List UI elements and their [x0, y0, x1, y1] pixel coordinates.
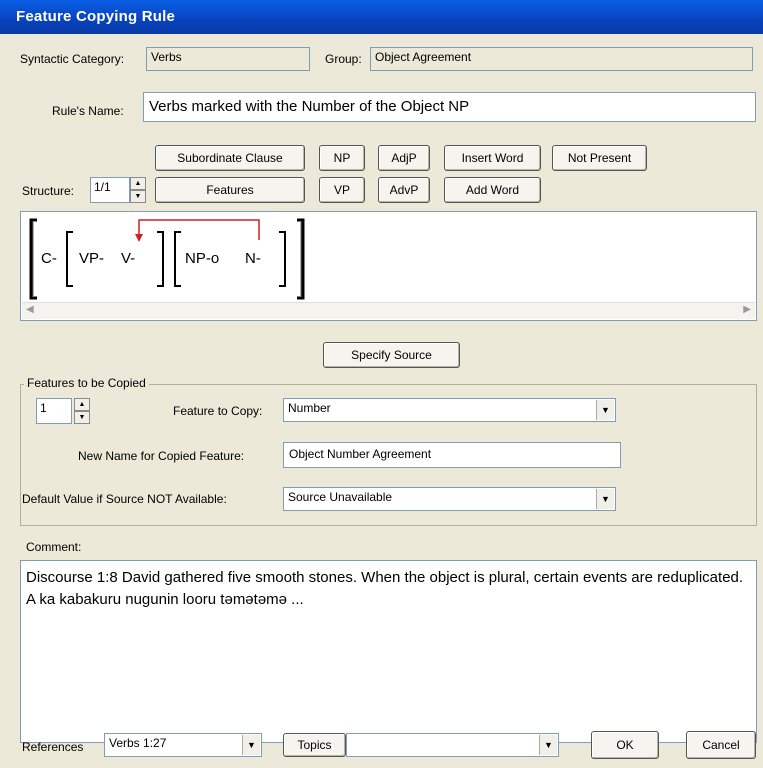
default-value-select[interactable]: Source Unavailable ▼: [283, 487, 616, 511]
adjp-button[interactable]: AdjP: [378, 145, 430, 171]
v-label[interactable]: V-: [121, 250, 135, 267]
new-name-label: New Name for Copied Feature:: [78, 449, 245, 463]
references-value: Verbs 1:27: [109, 736, 167, 750]
feature-index-spinner[interactable]: 1 ▲ ▼: [36, 398, 90, 424]
structure-spinner[interactable]: 1/1 ▲ ▼: [90, 177, 146, 203]
n-label[interactable]: N-: [245, 250, 261, 267]
spin-down-icon[interactable]: ▼: [130, 190, 146, 203]
default-value-label: Default Value if Source NOT Available:: [22, 492, 227, 506]
not-present-button[interactable]: Not Present: [552, 145, 647, 171]
horizontal-scrollbar[interactable]: ◀ ▶: [22, 302, 755, 319]
feature-to-copy-label: Feature to Copy:: [173, 404, 263, 418]
window-title: Feature Copying Rule: [16, 8, 176, 25]
default-value-value: Source Unavailable: [288, 490, 393, 504]
chevron-down-icon[interactable]: ▼: [596, 489, 614, 509]
chevron-down-icon[interactable]: ▼: [242, 735, 260, 755]
chevron-down-icon[interactable]: ▼: [539, 735, 557, 755]
chevron-down-icon[interactable]: ▼: [596, 400, 614, 420]
spin-up-icon[interactable]: ▲: [74, 398, 90, 411]
features-group-title: Features to be Copied: [24, 376, 149, 390]
rule-name-label: Rule's Name:: [52, 104, 124, 118]
np-button[interactable]: NP: [319, 145, 365, 171]
advp-button[interactable]: AdvP: [378, 177, 430, 203]
spin-down-icon[interactable]: ▼: [74, 411, 90, 424]
np-label[interactable]: NP-o: [185, 250, 219, 267]
group-label: Group:: [325, 52, 362, 66]
vp-label[interactable]: VP-: [79, 250, 104, 267]
structure-display[interactable]: C- VP- V- NP-o N- ◀ ▶: [20, 211, 757, 321]
add-word-button[interactable]: Add Word: [444, 177, 541, 203]
feature-to-copy-select[interactable]: Number ▼: [283, 398, 616, 422]
subordinate-clause-button[interactable]: Subordinate Clause: [155, 145, 305, 171]
comment-label: Comment:: [26, 540, 82, 554]
references-label: References: [22, 740, 84, 754]
title-bar[interactable]: Feature Copying Rule: [0, 0, 763, 34]
new-name-input[interactable]: Object Number Agreement: [283, 442, 621, 468]
group-value: Object Agreement: [370, 47, 753, 71]
rule-name-input[interactable]: Verbs marked with the Number of the Obje…: [143, 92, 756, 122]
scroll-left-icon[interactable]: ◀: [26, 304, 34, 315]
feature-copying-rule-dialog: Feature Copying Rule Syntactic Category:…: [0, 0, 763, 768]
spin-up-icon[interactable]: ▲: [130, 177, 146, 190]
cancel-button[interactable]: Cancel: [686, 731, 756, 759]
comment-textarea[interactable]: Discourse 1:8 David gathered five smooth…: [20, 560, 757, 743]
scroll-right-icon[interactable]: ▶: [743, 304, 751, 315]
structure-value[interactable]: 1/1: [90, 177, 130, 203]
topics-button[interactable]: Topics: [283, 733, 346, 757]
feature-index-value[interactable]: 1: [36, 398, 72, 424]
vp-button[interactable]: VP: [319, 177, 365, 203]
syntactic-category-value: Verbs: [146, 47, 310, 71]
insert-word-button[interactable]: Insert Word: [444, 145, 541, 171]
references-select[interactable]: Verbs 1:27 ▼: [104, 733, 262, 757]
specify-source-button[interactable]: Specify Source: [323, 342, 460, 368]
feature-to-copy-value: Number: [288, 401, 331, 415]
features-button[interactable]: Features: [155, 177, 305, 203]
clause-label[interactable]: C-: [41, 250, 57, 267]
topics-select[interactable]: ▼: [346, 733, 559, 757]
syntactic-category-label: Syntactic Category:: [20, 52, 125, 66]
structure-label: Structure:: [22, 184, 75, 198]
ok-button[interactable]: OK: [591, 731, 659, 759]
